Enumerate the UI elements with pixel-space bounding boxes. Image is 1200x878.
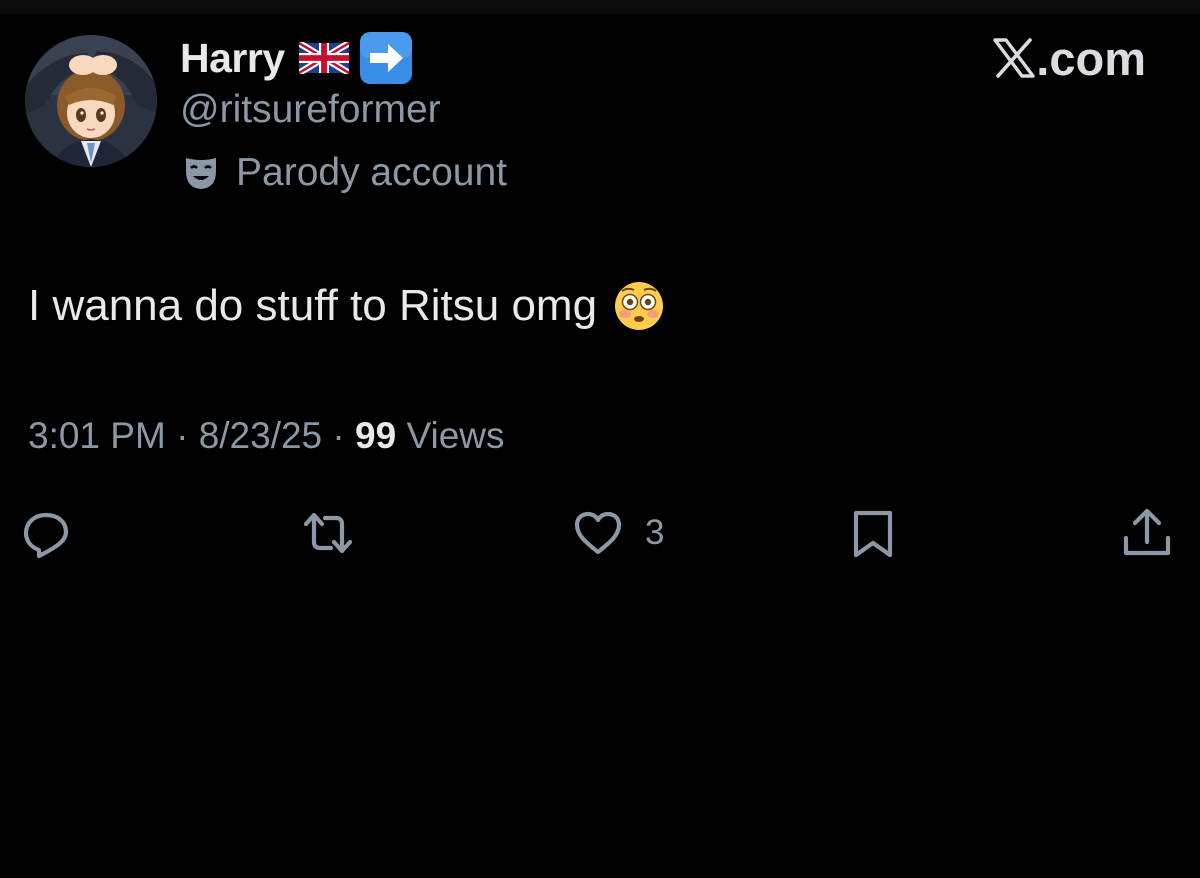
right-arrow-icon bbox=[359, 32, 412, 84]
heart-icon bbox=[574, 511, 622, 555]
like-count: 3 bbox=[645, 513, 665, 552]
author-handle[interactable]: @ritsureformer bbox=[180, 88, 441, 132]
display-name[interactable]: Harry bbox=[180, 35, 285, 82]
bookmark-button[interactable] bbox=[846, 505, 900, 561]
meta-separator: · bbox=[322, 415, 356, 456]
views-count[interactable]: 99 bbox=[355, 415, 396, 457]
repost-icon bbox=[303, 512, 353, 554]
brand-domain: .com bbox=[1036, 31, 1146, 85]
top-strip bbox=[0, 0, 1200, 14]
x-logo-icon bbox=[993, 38, 1035, 78]
tweet-meta: 3:01 PM · 8/23/25 · 99 Views bbox=[28, 410, 505, 462]
views-label[interactable]: Views bbox=[396, 415, 504, 457]
union-jack-flag-icon bbox=[298, 42, 349, 74]
reply-button[interactable] bbox=[19, 505, 73, 561]
share-button[interactable] bbox=[1120, 505, 1174, 561]
tweet-text: I wanna do stuff to Ritsu omg bbox=[28, 281, 598, 330]
avatar-image bbox=[25, 35, 157, 167]
tweet-body: I wanna do stuff to Ritsu omg bbox=[28, 276, 665, 336]
bookmark-icon bbox=[853, 510, 893, 558]
theater-mask-icon bbox=[186, 158, 216, 189]
like-button[interactable]: 3 bbox=[571, 505, 664, 561]
parody-account-label: Parody account bbox=[236, 151, 508, 194]
reply-icon bbox=[23, 512, 69, 559]
tweet-time[interactable]: 3:01 PM bbox=[28, 415, 166, 457]
brand-watermark: .com bbox=[993, 30, 1146, 86]
parody-label-row: Parody account bbox=[183, 148, 507, 198]
meta-separator: · bbox=[165, 415, 199, 456]
author-name-row: Harry bbox=[180, 30, 413, 86]
share-icon bbox=[1123, 508, 1171, 556]
avatar[interactable] bbox=[25, 35, 157, 167]
repost-button[interactable] bbox=[301, 505, 355, 561]
tweet-date[interactable]: 8/23/25 bbox=[199, 415, 322, 457]
flushed-face-emoji bbox=[615, 282, 664, 330]
